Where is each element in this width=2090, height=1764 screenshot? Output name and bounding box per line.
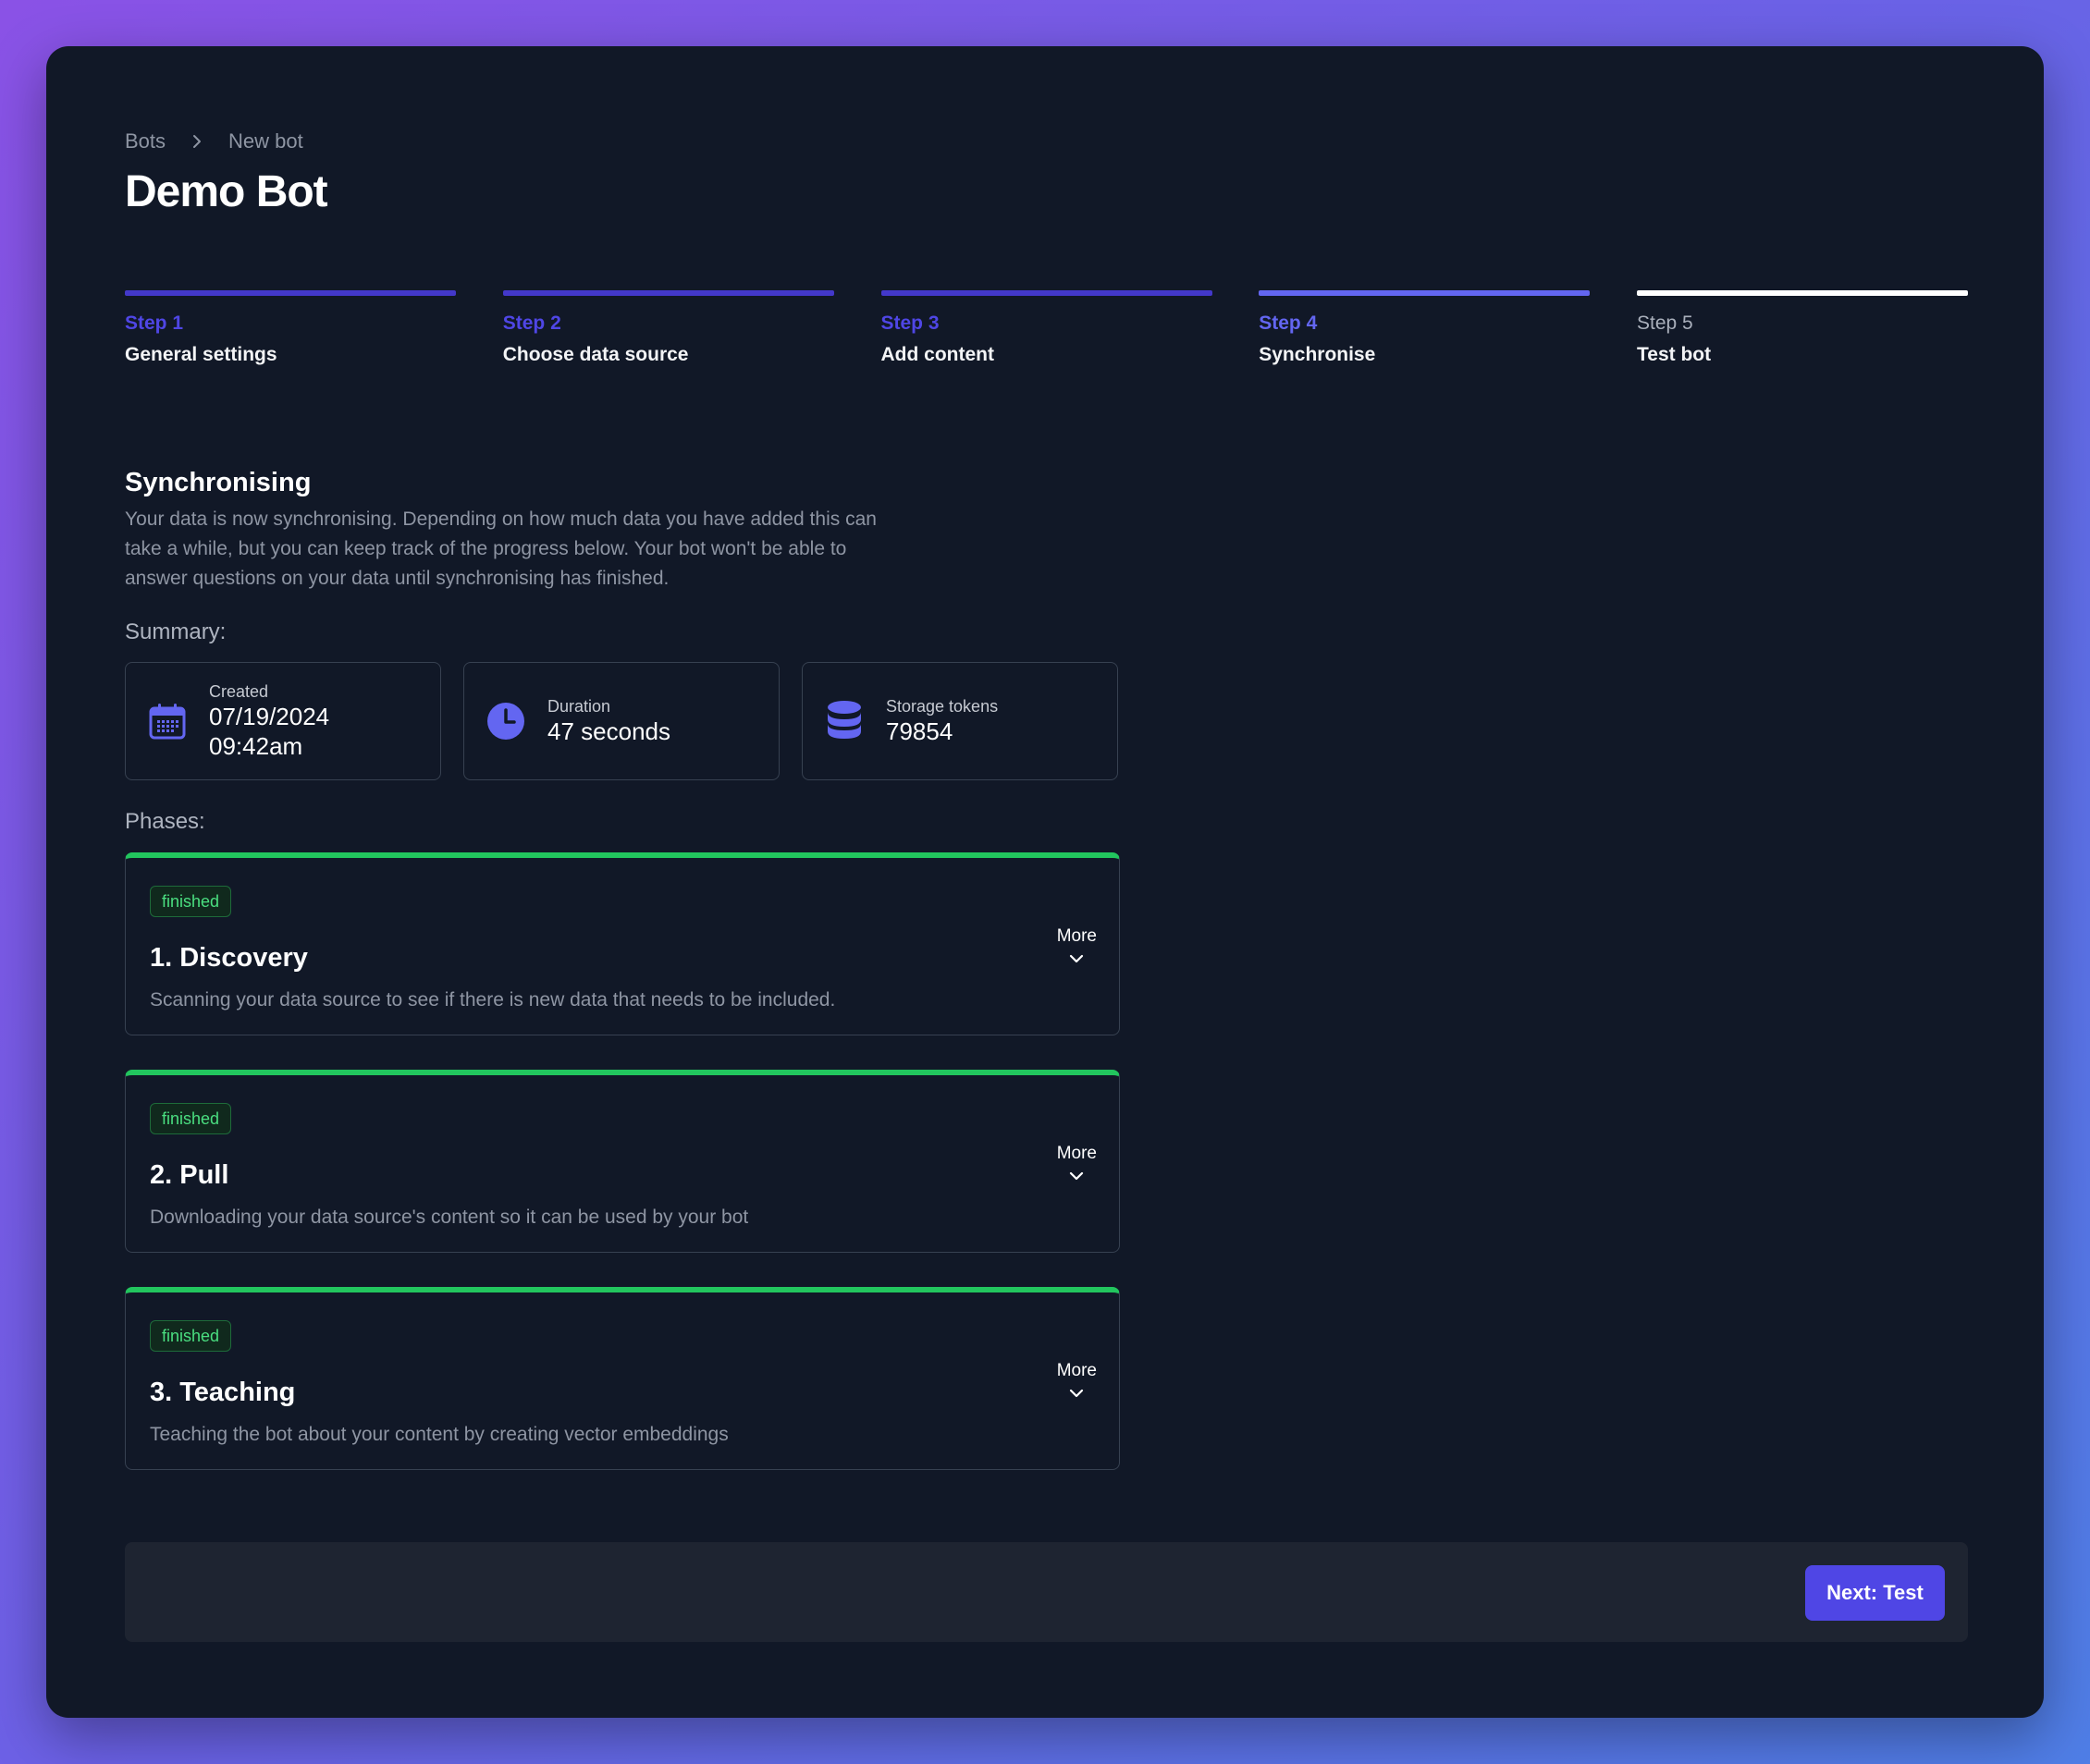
calendar-icon: [146, 700, 189, 742]
step-3[interactable]: Step 3 Add content: [880, 290, 1212, 366]
phase-card-discovery: finished 1. Discovery Scanning your data…: [125, 852, 1120, 1035]
step-1[interactable]: Step 1 General settings: [125, 290, 456, 366]
app-window: Bots New bot Demo Bot Step 1 General set…: [46, 46, 2044, 1718]
summary-cards: Created 07/19/2024 09:42am Duration 47 s…: [125, 662, 1118, 780]
step-bar: [1637, 290, 1968, 296]
page-title: Demo Bot: [125, 167, 328, 216]
step-progress: Step 1 General settings Step 2 Choose da…: [125, 290, 1968, 366]
storage-label: Storage tokens: [886, 696, 999, 716]
phase-description: Downloading your data source's content s…: [150, 1207, 749, 1228]
step-number: Step 2: [502, 312, 561, 334]
more-button[interactable]: More: [1057, 1144, 1097, 1186]
step-name: Add content: [880, 344, 994, 365]
duration-card: Duration 47 seconds: [463, 662, 780, 780]
phase-title: 2. Pull: [150, 1160, 229, 1190]
created-time: 09:42am: [209, 731, 303, 760]
created-card: Created 07/19/2024 09:42am: [125, 662, 441, 780]
step-5[interactable]: Step 5 Test bot: [1637, 290, 1968, 366]
more-button[interactable]: More: [1057, 926, 1097, 969]
step-bar: [125, 290, 456, 296]
step-name: Synchronise: [1259, 344, 1376, 365]
status-badge: finished: [150, 886, 232, 917]
phase-description: Scanning your data source to see if ther…: [150, 989, 836, 1011]
created-label: Created: [209, 681, 269, 701]
section-title: Synchronising: [125, 468, 312, 497]
step-name: General settings: [125, 344, 277, 365]
breadcrumb-bots-link[interactable]: Bots: [125, 129, 166, 153]
phase-title: 3. Teaching: [150, 1378, 296, 1407]
phase-title: 1. Discovery: [150, 943, 308, 973]
next-test-button[interactable]: Next: Test: [1805, 1565, 1945, 1621]
step-2[interactable]: Step 2 Choose data source: [502, 290, 834, 366]
phase-card-pull: finished 2. Pull Downloading your data s…: [125, 1070, 1120, 1253]
summary-label: Summary:: [125, 619, 227, 644]
created-date: 07/19/2024: [209, 702, 330, 730]
chevron-down-icon: [1068, 1170, 1085, 1186]
step-name: Test bot: [1637, 344, 1712, 365]
step-bar: [502, 290, 834, 296]
chevron-right-icon: [191, 133, 203, 150]
more-button[interactable]: More: [1057, 1361, 1097, 1403]
step-number: Step 1: [125, 312, 184, 334]
more-label: More: [1056, 1144, 1097, 1163]
phases-label: Phases:: [125, 809, 205, 834]
step-bar: [1259, 290, 1591, 296]
more-label: More: [1056, 926, 1097, 946]
duration-value: 47 seconds: [547, 717, 670, 745]
clock-icon: [485, 700, 527, 742]
step-4[interactable]: Step 4 Synchronise: [1259, 290, 1591, 366]
storage-card: Storage tokens 79854: [802, 662, 1118, 780]
more-label: More: [1056, 1361, 1097, 1380]
step-number: Step 4: [1259, 312, 1318, 334]
breadcrumb-current: New bot: [228, 129, 303, 153]
database-icon: [823, 700, 866, 742]
step-number: Step 5: [1637, 312, 1693, 334]
footer-bar: Next: Test: [125, 1542, 1968, 1642]
status-badge: finished: [150, 1103, 232, 1134]
chevron-down-icon: [1068, 952, 1085, 969]
duration-label: Duration: [547, 696, 611, 716]
phase-card-teaching: finished 3. Teaching Teaching the bot ab…: [125, 1287, 1120, 1470]
storage-value: 79854: [886, 717, 953, 745]
chevron-down-icon: [1068, 1387, 1085, 1403]
phase-description: Teaching the bot about your content by c…: [150, 1424, 729, 1445]
step-name: Choose data source: [502, 344, 689, 365]
step-bar: [880, 290, 1212, 296]
status-badge: finished: [150, 1320, 232, 1352]
section-description: Your data is now synchronising. Dependin…: [125, 508, 877, 589]
step-number: Step 3: [880, 312, 940, 334]
breadcrumb: Bots New bot: [125, 129, 303, 153]
